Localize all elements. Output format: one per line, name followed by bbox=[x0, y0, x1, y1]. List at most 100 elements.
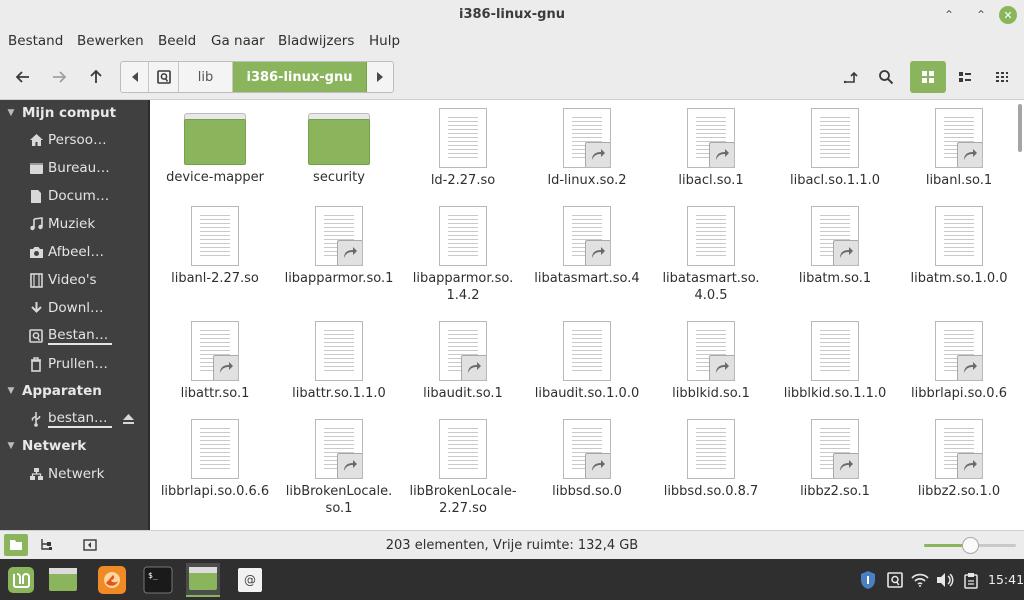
sidebar-item-desktop[interactable]: Bureau… bbox=[0, 154, 148, 182]
sidebar-item-trash[interactable]: Prullen… bbox=[0, 350, 148, 378]
volume-icon[interactable] bbox=[935, 570, 955, 590]
sidebar-item-home[interactable]: Persoo… bbox=[0, 126, 148, 154]
sidebar-item-music[interactable]: Muziek bbox=[0, 210, 148, 238]
file-item[interactable]: libbrlapi.so.0.6.6 bbox=[153, 419, 277, 500]
expander-icon: ▼ bbox=[7, 108, 15, 118]
file-name: libattr.so.1 bbox=[180, 386, 250, 401]
file-name: libapparmor.so. 1.4.2 bbox=[412, 271, 514, 303]
folder-icon bbox=[49, 568, 77, 591]
forward-button[interactable] bbox=[44, 62, 74, 92]
file-item[interactable]: libanl.so.1 bbox=[897, 108, 1021, 189]
path-right-button[interactable] bbox=[367, 62, 393, 92]
file-item[interactable]: ld-2.27.so bbox=[401, 108, 525, 189]
symlink-file-icon bbox=[563, 419, 611, 479]
sidebar-section-devices[interactable]: ▼ Apparaten bbox=[0, 378, 148, 404]
sidebar-item-documents[interactable]: Docum… bbox=[0, 182, 148, 210]
mint-menu-button[interactable] bbox=[4, 563, 38, 597]
wifi-icon[interactable] bbox=[910, 570, 930, 590]
folder-icon bbox=[308, 113, 370, 165]
file-item[interactable]: libBrokenLocale. so.1 bbox=[277, 419, 401, 517]
sidebar-item-downloads[interactable]: Downl… bbox=[0, 294, 148, 322]
close-icon[interactable]: ✕ bbox=[999, 6, 1017, 24]
file-name: libBrokenLocale- 2.27.so bbox=[409, 484, 517, 516]
toggle-location-button[interactable] bbox=[832, 61, 868, 93]
menu-bestand[interactable]: Bestand bbox=[8, 33, 63, 49]
list-view-button[interactable] bbox=[947, 61, 983, 93]
path-left-button[interactable] bbox=[121, 62, 149, 92]
symlink-arrow-icon bbox=[337, 453, 362, 478]
file-item[interactable]: libaudit.so.1 bbox=[401, 321, 525, 402]
file-item[interactable]: libatm.so.1.0.0 bbox=[897, 206, 1021, 287]
symlink-arrow-icon bbox=[957, 355, 982, 380]
file-icon bbox=[563, 321, 611, 381]
sidebar-section-computer[interactable]: ▼ Mijn comput bbox=[0, 100, 148, 126]
sidebar-item-network[interactable]: Netwerk bbox=[0, 460, 148, 488]
folder-item[interactable]: security bbox=[277, 108, 401, 186]
file-item[interactable]: ld-linux.so.2 bbox=[525, 108, 649, 189]
file-item[interactable]: libbrlapi.so.0.6 bbox=[897, 321, 1021, 402]
menu-beeld[interactable]: Beeld bbox=[158, 33, 196, 49]
file-item[interactable]: libaudit.so.1.0.0 bbox=[525, 321, 649, 402]
clipboard-icon[interactable] bbox=[961, 570, 981, 590]
file-item[interactable]: libbz2.so.1 bbox=[773, 419, 897, 500]
maximize-icon[interactable]: ⌃ bbox=[972, 6, 990, 24]
symlink-file-icon bbox=[935, 108, 983, 168]
menu-hulp[interactable]: Hulp bbox=[369, 33, 400, 49]
file-item[interactable]: libblkid.so.1 bbox=[649, 321, 773, 402]
mail-launcher[interactable]: @ bbox=[233, 563, 267, 597]
file-item[interactable]: libbsd.so.0.8.7 bbox=[649, 419, 773, 500]
folder-item[interactable]: device-mapper bbox=[153, 108, 277, 186]
terminal-launcher[interactable]: $_ bbox=[141, 563, 175, 597]
menu-bladwijzers[interactable]: Bladwijzers bbox=[278, 33, 354, 49]
zoom-slider-handle[interactable] bbox=[962, 537, 979, 554]
file-item[interactable]: libapparmor.so. 1.4.2 bbox=[401, 206, 525, 304]
show-desktop-button[interactable] bbox=[46, 563, 80, 597]
file-name: libatm.so.1 bbox=[798, 271, 872, 286]
path-segment-lib[interactable]: lib bbox=[179, 62, 233, 92]
clock[interactable]: 15:41 bbox=[988, 572, 1024, 587]
back-button[interactable] bbox=[8, 62, 38, 92]
search-button[interactable] bbox=[868, 61, 904, 93]
symlink-file-icon bbox=[935, 321, 983, 381]
sidebar-item-usb-drive[interactable]: bestan… bbox=[0, 405, 148, 433]
status-text: 203 elementen, Vrije ruimte: 132,4 GB bbox=[385, 538, 639, 553]
file-item[interactable]: libanl-2.27.so bbox=[153, 206, 277, 287]
file-item[interactable]: libatasmart.so.4 bbox=[525, 206, 649, 287]
file-item[interactable]: libattr.so.1.1.0 bbox=[277, 321, 401, 402]
file-item[interactable]: libbz2.so.1.0 bbox=[897, 419, 1021, 500]
symlink-file-icon bbox=[687, 108, 735, 168]
compact-view-button[interactable] bbox=[984, 61, 1020, 93]
shield-icon[interactable] bbox=[858, 570, 878, 590]
minimize-icon[interactable]: ⌃ bbox=[940, 6, 958, 24]
sidebar-item-pictures[interactable]: Afbeel… bbox=[0, 238, 148, 266]
file-item[interactable]: libblkid.so.1.1.0 bbox=[773, 321, 897, 402]
file-item[interactable]: libacl.so.1 bbox=[649, 108, 773, 189]
path-root-button[interactable] bbox=[149, 62, 179, 92]
menu-ga-naar[interactable]: Ga naar bbox=[211, 33, 265, 49]
sidebar-item-videos[interactable]: Video's bbox=[0, 266, 148, 294]
file-item[interactable]: libattr.so.1 bbox=[153, 321, 277, 402]
symlink-file-icon bbox=[935, 419, 983, 479]
up-button[interactable] bbox=[81, 62, 111, 92]
sidebar-item-filesystem[interactable]: Bestan… bbox=[0, 322, 148, 350]
file-item[interactable]: libatm.so.1 bbox=[773, 206, 897, 287]
drive-icon[interactable] bbox=[885, 570, 905, 590]
file-item[interactable]: libacl.so.1.1.0 bbox=[773, 108, 897, 189]
list-icon bbox=[959, 72, 971, 82]
svg-text:$_: $_ bbox=[148, 571, 158, 580]
icon-view-button[interactable] bbox=[910, 61, 946, 93]
file-item[interactable]: libBrokenLocale- 2.27.so bbox=[401, 419, 525, 517]
file-item[interactable]: libbsd.so.0 bbox=[525, 419, 649, 500]
eject-icon[interactable] bbox=[122, 413, 135, 425]
path-segment-current[interactable]: i386-linux-gnu bbox=[233, 62, 367, 92]
sidebar-section-network[interactable]: ▼ Netwerk bbox=[0, 433, 148, 459]
file-item[interactable]: libatasmart.so. 4.0.5 bbox=[649, 206, 773, 304]
files-window-button[interactable] bbox=[186, 563, 220, 597]
file-name: libatm.so.1.0.0 bbox=[910, 271, 1008, 286]
file-item[interactable]: libapparmor.so.1 bbox=[277, 206, 401, 287]
firefox-launcher[interactable] bbox=[95, 563, 129, 597]
zoom-slider[interactable] bbox=[924, 537, 1016, 554]
menu-bewerken[interactable]: Bewerken bbox=[77, 33, 144, 49]
file-name: libacl.so.1.1.0 bbox=[789, 173, 881, 188]
symlink-arrow-icon bbox=[585, 453, 610, 478]
